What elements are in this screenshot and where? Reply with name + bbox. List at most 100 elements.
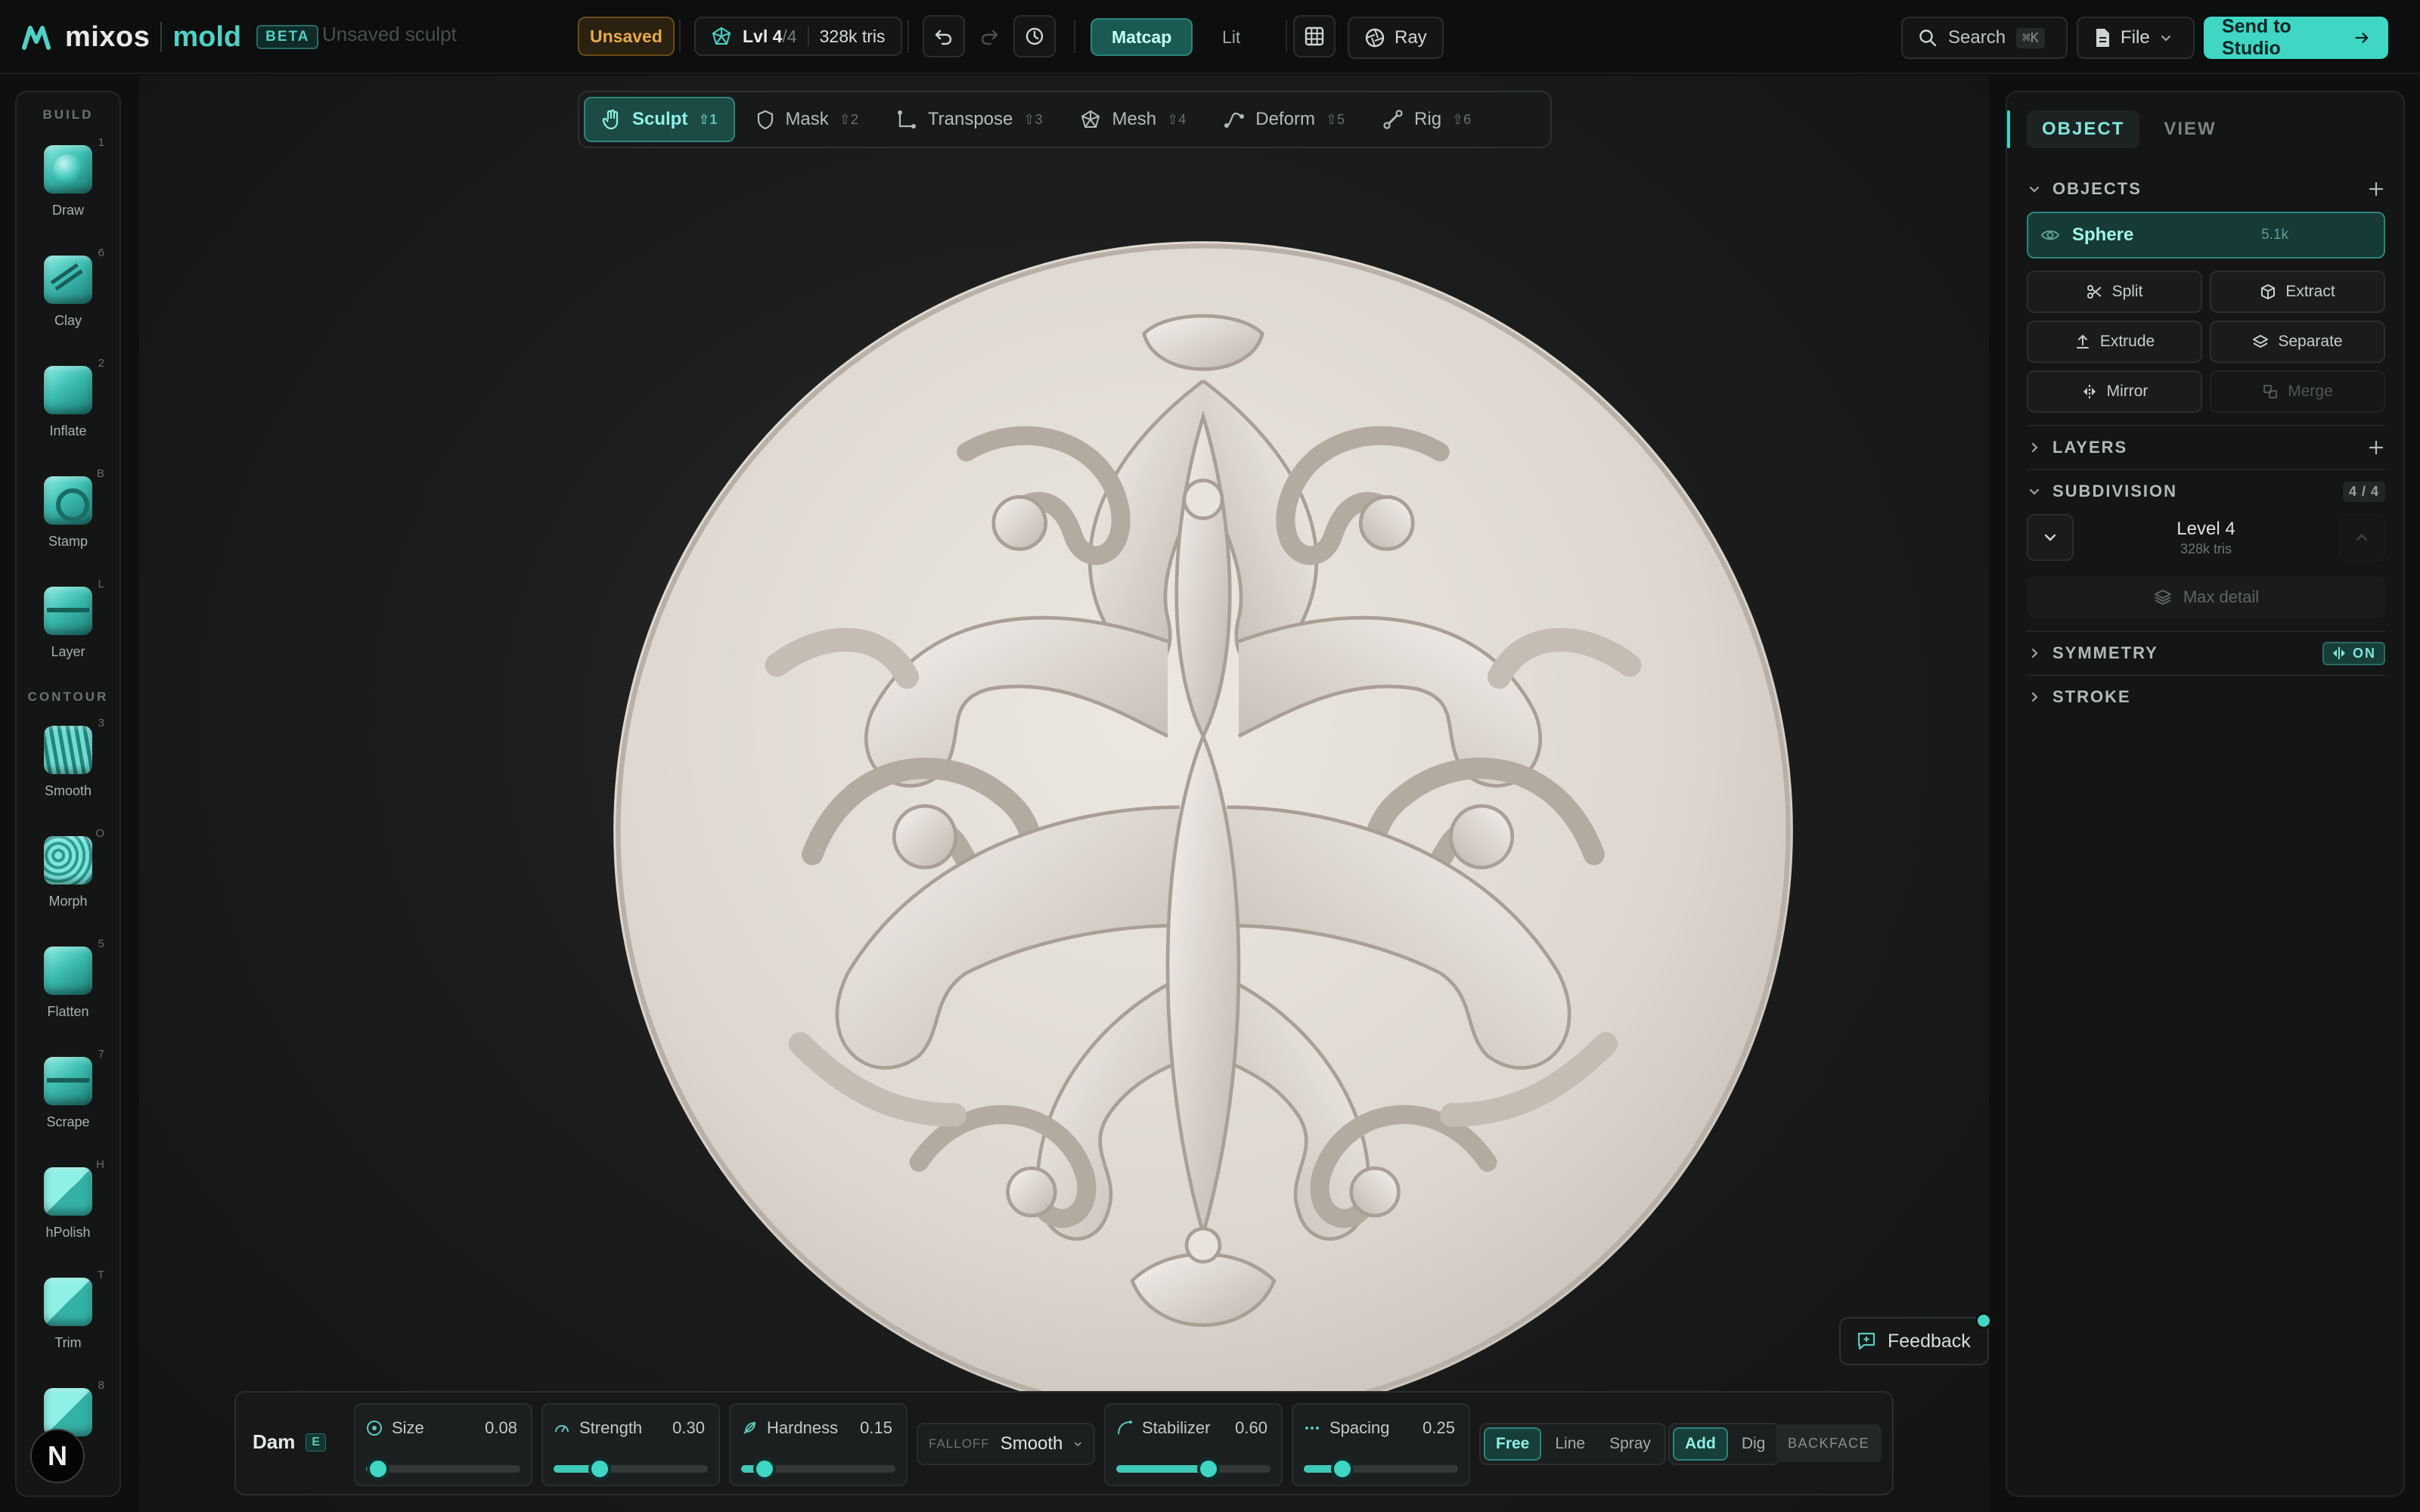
- backface-toggle[interactable]: BACKFACE: [1776, 1424, 1882, 1462]
- strength-slider[interactable]: Strength 0.30: [541, 1403, 720, 1486]
- mode-tab-rig[interactable]: Rig ⇧6: [1366, 97, 1488, 142]
- extrude-button[interactable]: Extrude: [2027, 321, 2202, 363]
- document-name[interactable]: Unsaved sculpt: [322, 23, 457, 46]
- chevron-right-icon: [2031, 692, 2038, 702]
- op-add[interactable]: Add: [1673, 1427, 1728, 1461]
- eye-icon[interactable]: [2040, 227, 2060, 243]
- mirror-button[interactable]: Mirror: [2027, 370, 2202, 413]
- tool-flatten[interactable]: 5 Flatten: [17, 937, 119, 1048]
- subdivision-section-header[interactable]: SUBDIVISION 4 / 4: [2027, 476, 2385, 507]
- mode-tab-sculpt[interactable]: Sculpt ⇧1: [584, 97, 736, 142]
- plus-icon[interactable]: [2367, 438, 2385, 457]
- object-row-sphere[interactable]: Sphere 5.1k: [2027, 212, 2385, 259]
- mode-tab-mesh[interactable]: Mesh ⇧4: [1063, 97, 1202, 142]
- history-button[interactable]: [1013, 15, 1056, 57]
- separate-button[interactable]: Separate: [2210, 321, 2385, 363]
- tool-stamp[interactable]: B Stamp: [17, 467, 119, 578]
- tool-layer[interactable]: L Layer: [17, 578, 119, 688]
- tab-view[interactable]: VIEW: [2149, 110, 2231, 148]
- stabilizer-slider[interactable]: Stabilizer 0.60: [1104, 1403, 1283, 1486]
- layer-brush-icon: [44, 587, 92, 635]
- layers-section-header[interactable]: LAYERS: [2027, 432, 2385, 463]
- extract-button[interactable]: Extract: [2210, 271, 2385, 313]
- tool-scrape[interactable]: 7 Scrape: [17, 1048, 119, 1158]
- lit-toggle[interactable]: Lit: [1202, 18, 1260, 56]
- layers-icon: [2154, 590, 2171, 605]
- falloff-select[interactable]: FALLOFF Smooth: [917, 1423, 1095, 1465]
- tool-smooth[interactable]: 3 Smooth: [17, 717, 119, 827]
- mode-tab-deform[interactable]: Deform ⇧5: [1207, 97, 1361, 142]
- product-name: mold: [172, 20, 242, 53]
- slider-track[interactable]: [1304, 1458, 1458, 1480]
- symmetry-toggle[interactable]: ON: [2322, 641, 2385, 665]
- hpolish-brush-icon: [44, 1167, 92, 1216]
- slider-thumb[interactable]: [752, 1458, 776, 1480]
- plus-icon[interactable]: [2367, 180, 2385, 198]
- brand: mixos mold BETA: [21, 18, 319, 56]
- slider-thumb[interactable]: [1197, 1458, 1221, 1480]
- slider-thumb[interactable]: [1331, 1458, 1354, 1480]
- send-to-studio-button[interactable]: Send to Studio: [2204, 16, 2388, 59]
- tool-morph[interactable]: O Morph: [17, 827, 119, 937]
- active-brush[interactable]: Dam E: [253, 1430, 327, 1454]
- cube-icon: [2261, 284, 2276, 299]
- tool-hpolish[interactable]: H hPolish: [17, 1158, 119, 1269]
- mesh-icon: [1081, 110, 1100, 128]
- file-menu-button[interactable]: File: [2077, 17, 2195, 59]
- hardness-slider[interactable]: Hardness 0.15: [729, 1403, 908, 1486]
- slider-track[interactable]: [741, 1458, 895, 1480]
- viewport-canvas[interactable]: [139, 76, 1989, 1512]
- unsaved-badge: Unsaved: [578, 17, 675, 56]
- undo-button[interactable]: [923, 15, 965, 57]
- slider-thumb[interactable]: [588, 1458, 612, 1480]
- mirror-icon: [2333, 647, 2345, 659]
- symmetry-section-header[interactable]: SYMMETRY ON: [2027, 638, 2385, 668]
- chevron-down-icon: [2029, 488, 2040, 495]
- brand-divider: [160, 22, 163, 52]
- smooth-brush-icon: [44, 726, 92, 774]
- tool-clay[interactable]: 6 Clay: [17, 246, 119, 357]
- objects-section-header[interactable]: OBJECTS: [2027, 174, 2385, 204]
- stroke-mode-line[interactable]: Line: [1544, 1427, 1596, 1461]
- merge-button[interactable]: Merge: [2210, 370, 2385, 413]
- slider-thumb[interactable]: [367, 1458, 390, 1480]
- size-slider[interactable]: Size 0.08: [354, 1403, 532, 1486]
- n-logo[interactable]: N: [30, 1429, 85, 1483]
- tool-draw[interactable]: 1 Draw: [17, 136, 119, 246]
- op-dig[interactable]: Dig: [1731, 1427, 1776, 1461]
- divider: [679, 20, 681, 53]
- level-up-button[interactable]: [2338, 514, 2385, 561]
- mode-tab-mask[interactable]: Mask ⇧2: [740, 97, 874, 142]
- beta-badge: BETA: [256, 25, 319, 49]
- feedback-button[interactable]: Feedback: [1839, 1312, 1992, 1365]
- stroke-mode-segment: Free Line Spray: [1479, 1423, 1666, 1465]
- matcap-toggle[interactable]: Matcap: [1091, 18, 1193, 56]
- ray-render-button[interactable]: Ray: [1348, 17, 1444, 59]
- slider-track[interactable]: [554, 1458, 708, 1480]
- mesh-icon: [712, 26, 731, 45]
- stroke-section-header[interactable]: STROKE: [2027, 682, 2385, 712]
- subdivision-level-row: Level 4 328k tris: [2027, 513, 2385, 562]
- stroke-mode-free[interactable]: Free: [1484, 1427, 1542, 1461]
- group-label-build: BUILD: [42, 107, 94, 122]
- tab-object[interactable]: OBJECT: [2027, 110, 2140, 148]
- upload-icon: [2076, 334, 2089, 349]
- spacing-slider[interactable]: Spacing 0.25: [1292, 1403, 1470, 1486]
- level-indicator[interactable]: Lvl 4/4 328k tris: [694, 17, 902, 56]
- level-down-button[interactable]: [2027, 514, 2074, 561]
- level-tris: 328k tris: [2180, 541, 2232, 556]
- tool-trim[interactable]: T Trim: [17, 1269, 119, 1379]
- mode-tab-transpose[interactable]: Transpose ⇧3: [880, 97, 1060, 142]
- search-button[interactable]: Search ⌘K: [1901, 17, 2068, 59]
- redo-button[interactable]: [968, 15, 1010, 57]
- stroke-mode-spray[interactable]: Spray: [1599, 1427, 1661, 1461]
- tool-inflate[interactable]: 2 Inflate: [17, 357, 119, 467]
- feather-icon: [743, 1421, 756, 1434]
- slider-track[interactable]: [366, 1458, 520, 1480]
- max-detail-button[interactable]: Max detail: [2027, 576, 2385, 618]
- split-button[interactable]: Split: [2027, 271, 2202, 313]
- wireframe-button[interactable]: [1293, 15, 1336, 57]
- transpose-icon: [897, 110, 916, 129]
- inflate-brush-icon: [44, 366, 92, 414]
- slider-track[interactable]: [1116, 1458, 1270, 1480]
